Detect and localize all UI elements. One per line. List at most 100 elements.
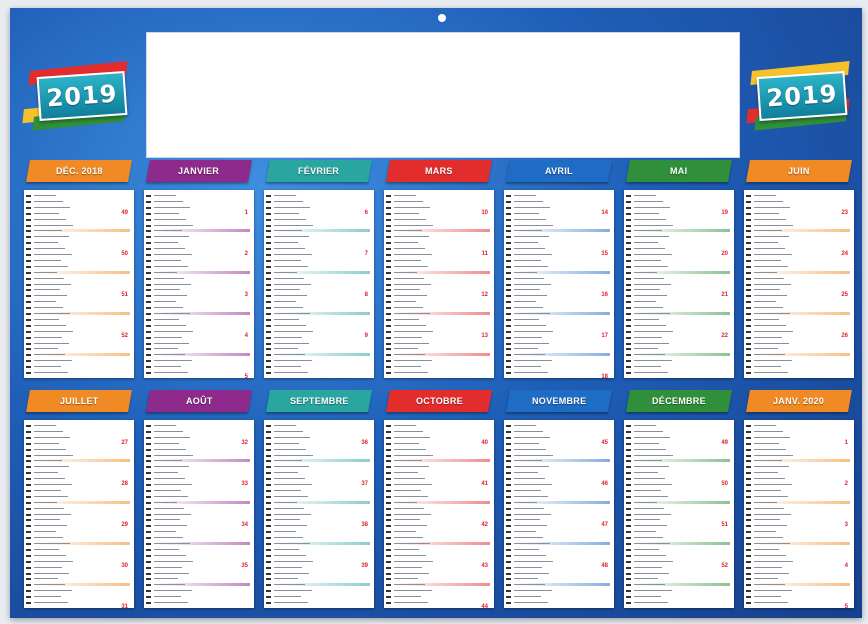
day-row xyxy=(744,365,854,369)
day-row xyxy=(504,583,614,587)
day-row xyxy=(384,229,494,233)
day-row xyxy=(744,442,854,445)
day-row xyxy=(504,347,614,351)
day-row xyxy=(144,294,254,298)
day-row xyxy=(504,489,614,492)
day-row xyxy=(24,436,134,439)
day-row xyxy=(24,459,134,463)
day-row xyxy=(384,353,494,357)
day-row xyxy=(264,595,374,599)
day-row xyxy=(384,536,494,540)
notes-box[interactable] xyxy=(146,32,740,158)
week-number: 3 xyxy=(844,522,848,528)
day-row xyxy=(384,566,494,569)
month-days-list: 23 24 25 26 xyxy=(744,190,854,378)
day-row xyxy=(24,542,134,545)
day-row xyxy=(624,353,734,357)
day-row xyxy=(144,229,254,233)
day-row xyxy=(624,247,734,251)
day-row xyxy=(504,283,614,286)
day-row xyxy=(624,200,734,203)
day-row xyxy=(504,495,614,498)
week-number: 42 xyxy=(481,522,488,528)
week-number: 22 xyxy=(721,333,728,339)
month-label: AOÛT xyxy=(185,396,213,406)
day-row xyxy=(24,577,134,581)
day-row xyxy=(24,465,134,469)
day-row xyxy=(504,436,614,439)
day-row xyxy=(24,270,134,274)
day-row xyxy=(744,572,854,575)
day-row xyxy=(144,465,254,469)
week-number: 16 xyxy=(601,292,608,298)
day-row xyxy=(744,347,854,351)
day-row xyxy=(384,483,494,486)
week-number: 12 xyxy=(481,292,488,298)
day-row xyxy=(24,241,134,245)
day-row xyxy=(384,294,494,298)
day-row xyxy=(264,229,374,233)
day-row xyxy=(384,572,494,575)
day-row xyxy=(144,259,254,262)
month-header: DÉC. 2018 xyxy=(26,160,132,182)
day-row xyxy=(504,459,614,463)
week-number: 18 xyxy=(601,374,608,378)
week-number: 29 xyxy=(121,522,128,528)
day-row xyxy=(504,224,614,227)
day-row xyxy=(264,336,374,339)
day-row xyxy=(744,330,854,333)
day-row xyxy=(144,507,254,510)
day-row xyxy=(504,342,614,345)
day-row xyxy=(264,253,374,256)
day-row xyxy=(144,306,254,310)
day-row xyxy=(144,253,254,256)
day-row xyxy=(384,318,494,321)
day-row xyxy=(744,277,854,280)
day-row xyxy=(384,495,494,498)
day-row xyxy=(384,259,494,262)
day-row xyxy=(744,548,854,551)
month-days-list: 1 2 3 4 5 xyxy=(744,420,854,608)
week-number: 5 xyxy=(844,604,848,608)
week-number: 20 xyxy=(721,251,728,257)
day-row xyxy=(624,554,734,557)
day-row xyxy=(384,448,494,451)
week-number: 4 xyxy=(844,563,848,569)
day-row xyxy=(144,359,254,363)
week-number: 23 xyxy=(841,210,848,216)
day-row xyxy=(24,294,134,298)
month-header: JANVIER xyxy=(146,160,252,182)
day-row xyxy=(624,495,734,498)
day-row xyxy=(144,471,254,475)
day-row xyxy=(384,442,494,445)
month-days-list: 49 50 51 52 xyxy=(24,190,134,378)
week-number: 1 xyxy=(244,210,248,216)
day-row xyxy=(24,359,134,363)
month-header: JUILLET xyxy=(26,390,132,412)
day-row xyxy=(624,536,734,540)
month-block: DÉC. 2018 49 50 51 52 xyxy=(24,160,134,378)
week-number: 30 xyxy=(121,563,128,569)
day-row xyxy=(24,371,134,374)
day-row xyxy=(264,259,374,262)
day-row xyxy=(24,235,134,239)
day-row xyxy=(24,583,134,587)
day-row xyxy=(744,253,854,256)
day-row xyxy=(264,330,374,333)
day-row xyxy=(24,365,134,369)
day-row xyxy=(264,324,374,327)
day-row xyxy=(624,265,734,268)
day-row xyxy=(24,277,134,280)
day-row xyxy=(624,477,734,481)
day-row xyxy=(624,277,734,280)
month-header: NOVEMBRE xyxy=(506,390,612,412)
day-row xyxy=(624,577,734,581)
day-row xyxy=(264,477,374,481)
day-row xyxy=(504,229,614,233)
day-row xyxy=(144,536,254,540)
day-row xyxy=(264,483,374,486)
day-row xyxy=(24,318,134,321)
day-row xyxy=(144,277,254,280)
day-row xyxy=(744,312,854,315)
day-row xyxy=(744,560,854,563)
